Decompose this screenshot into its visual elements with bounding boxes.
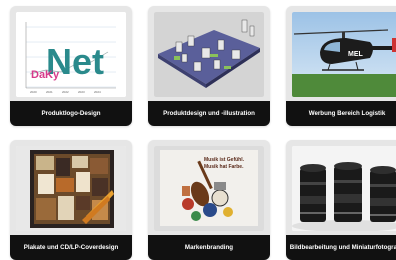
helicopter-logo-text: MEL: [348, 51, 364, 58]
portfolio-card-branding[interactable]: Musik ist Gefühl. Musik hat Farbe. Marke…: [148, 140, 270, 260]
svg-text:2022: 2022: [62, 90, 69, 94]
card-caption: Bildbearbeitung und Miniaturfotografie: [286, 235, 396, 260]
portfolio-card-poster-cover[interactable]: Plakate und CD/LP-Coverdesign: [10, 140, 132, 260]
svg-text:2023: 2023: [78, 90, 85, 94]
cd-cover-thumbnail: [16, 146, 126, 231]
card-caption: Produktlogo-Design: [10, 101, 132, 126]
lenses-thumbnail: [292, 146, 396, 231]
portfolio-card-logo-design[interactable]: Net DaKy 2020 2021 2022 2023 2024 Produktlo…: [10, 6, 132, 126]
branding-thumbnail: Musik ist Gefühl. Musik hat Farbe.: [154, 146, 264, 231]
portfolio-card-logistics-ad[interactable]: MEL Werbung Bereich Logistik: [286, 6, 396, 126]
portfolio-card-product-design[interactable]: Produktdesign und -illustration: [148, 6, 270, 126]
card-caption: Werbung Bereich Logistik: [286, 101, 396, 126]
product-design-thumbnail: [154, 12, 264, 97]
svg-text:2021: 2021: [46, 90, 53, 94]
helicopter-thumbnail: MEL: [292, 12, 396, 97]
svg-text:2024: 2024: [94, 90, 101, 94]
card-caption: Produktdesign und -illustration: [148, 101, 270, 126]
poster-slogan-2: Musik hat Farbe.: [204, 164, 244, 170]
svg-text:2020: 2020: [30, 90, 37, 94]
card-caption: Plakate und CD/LP-Coverdesign: [10, 235, 132, 260]
card-caption: Markenbranding: [148, 235, 270, 260]
logo-prefix-text: DaKy: [31, 69, 60, 81]
poster-slogan-1: Musik ist Gefühl.: [204, 157, 245, 163]
portfolio-card-image-editing[interactable]: Bildbearbeitung und Miniaturfotografie: [286, 140, 396, 260]
logo-design-thumbnail: Net DaKy 2020 2021 2022 2023 2024: [16, 12, 126, 97]
